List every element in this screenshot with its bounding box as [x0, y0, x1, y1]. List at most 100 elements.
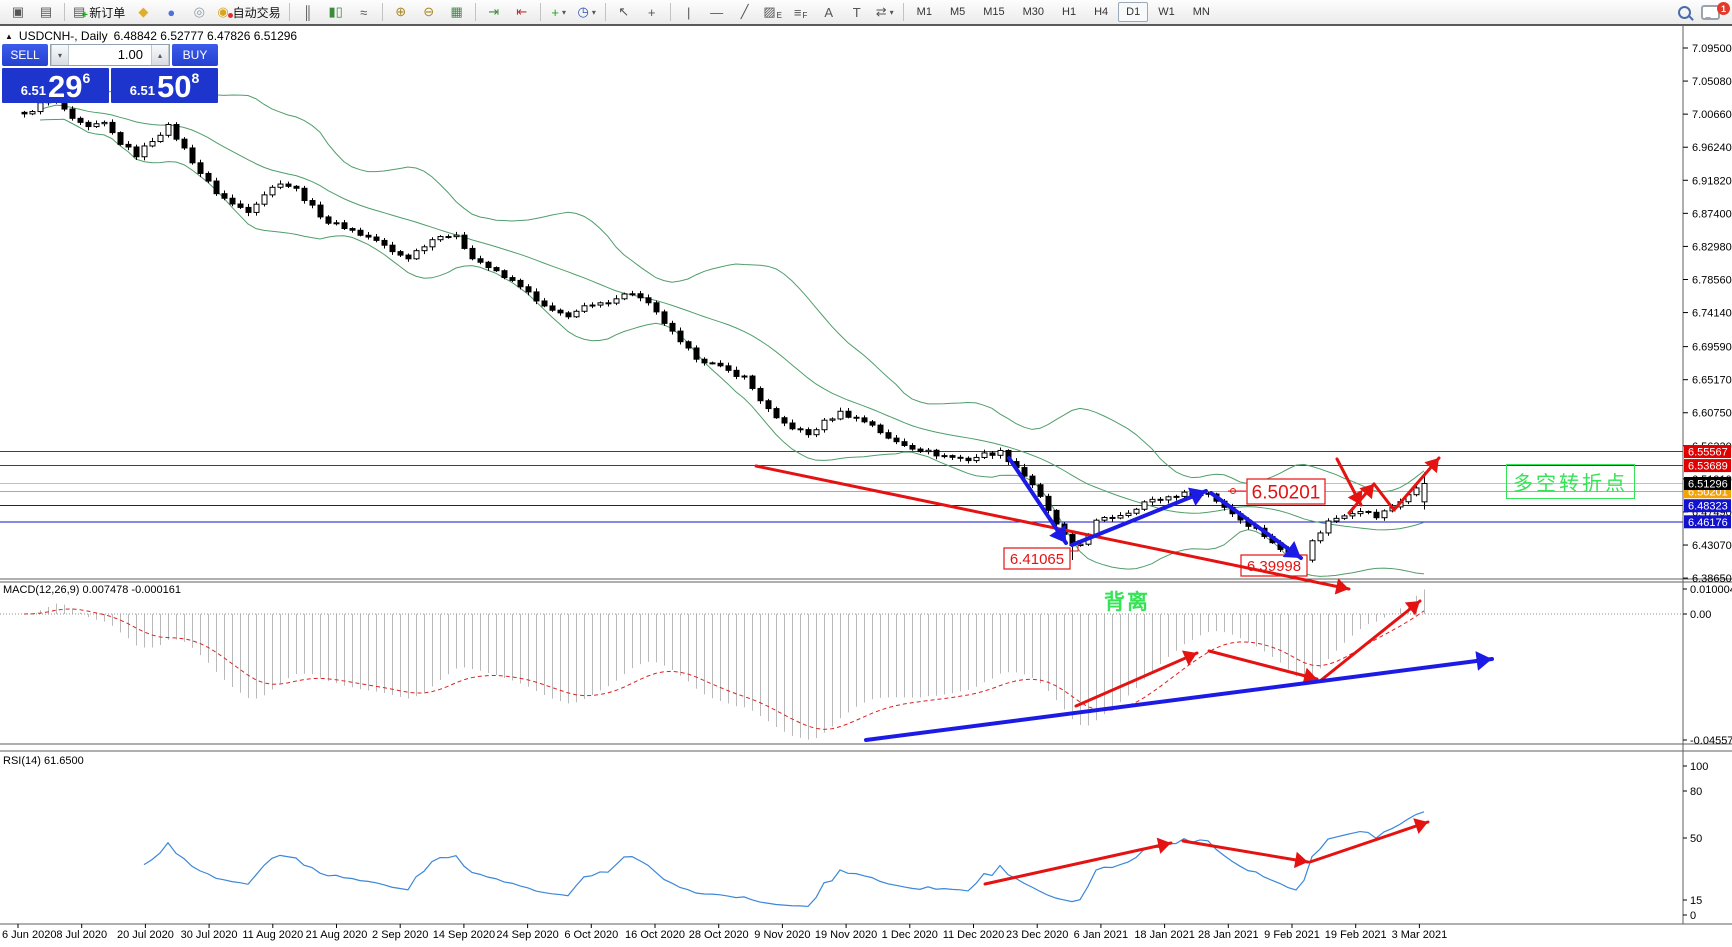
- svg-text:6.50201: 6.50201: [1252, 482, 1321, 503]
- trendline-icon[interactable]: ╱: [732, 1, 758, 23]
- svg-text:23 Dec 2020: 23 Dec 2020: [1006, 929, 1068, 941]
- buy-button[interactable]: BUY: [172, 44, 218, 66]
- svg-text:8 Jul 2020: 8 Jul 2020: [56, 929, 107, 941]
- svg-text:24 Sep 2020: 24 Sep 2020: [496, 929, 558, 941]
- timeframe-mn-button[interactable]: MN: [1185, 2, 1218, 22]
- volume-field: ▾ 1.00 ▴: [50, 44, 170, 66]
- svg-text:7.09500: 7.09500: [1692, 43, 1732, 55]
- timeframe-d1-button[interactable]: D1: [1118, 2, 1148, 22]
- svg-text:7.05080: 7.05080: [1692, 76, 1732, 88]
- volume-value[interactable]: 1.00: [69, 45, 151, 65]
- ohlc-values: 6.48842 6.52777 6.47826 6.51296: [114, 29, 298, 43]
- svg-text:6.87400: 6.87400: [1692, 208, 1732, 220]
- candlestick-chart-icon[interactable]: ▮▯: [323, 1, 349, 23]
- horizontal-line-icon[interactable]: —: [704, 1, 730, 23]
- sell-price-tile[interactable]: 6.51 29 6: [2, 68, 109, 103]
- bar-chart-icon[interactable]: ║: [295, 1, 321, 23]
- arrows-icon[interactable]: ⇄▾: [872, 1, 898, 23]
- svg-text:14 Sep 2020: 14 Sep 2020: [433, 929, 495, 941]
- profiles-icon[interactable]: ▤: [33, 1, 59, 23]
- svg-text:0.00: 0.00: [1690, 609, 1711, 621]
- chart-canvas[interactable]: 7.095007.050807.006606.962406.918206.874…: [0, 0, 1732, 947]
- sell-button[interactable]: SELL: [2, 44, 48, 66]
- svg-text:6.41065: 6.41065: [1010, 551, 1064, 568]
- svg-text:6.43070: 6.43070: [1692, 540, 1732, 552]
- cursor-icon[interactable]: ↖: [611, 1, 637, 23]
- fibonacci-icon[interactable]: ≡F: [788, 1, 814, 23]
- svg-text:6 Oct 2020: 6 Oct 2020: [564, 929, 618, 941]
- svg-text:6.55567: 6.55567: [1688, 447, 1728, 459]
- svg-text:6.46176: 6.46176: [1688, 517, 1728, 529]
- toolbar: ▣▤ ▤+新订单◆●◎◉自动交易 ║▮▯≈ ⊕⊖▦ ⇥⇤ +▾◷▾ ↖+ |—╱▨E≡FAT⇄…: [0, 0, 1732, 26]
- timeframe-h1-button[interactable]: H1: [1054, 2, 1084, 22]
- timeframe-m15-button[interactable]: M15: [975, 2, 1012, 22]
- divergence-annotation[interactable]: 背离: [1104, 586, 1150, 616]
- timeframe-m30-button[interactable]: M30: [1015, 2, 1052, 22]
- toolbar-separator: [64, 3, 65, 21]
- volume-decrease-button[interactable]: ▾: [51, 45, 69, 65]
- vertical-line-icon[interactable]: |: [676, 1, 702, 23]
- buy-price-prefix: 6.51: [130, 83, 155, 98]
- new-chart-icon[interactable]: ▣: [5, 1, 31, 23]
- equidistant-channel-icon[interactable]: ▨E: [760, 1, 786, 23]
- svg-text:3 Mar 2021: 3 Mar 2021: [1392, 929, 1448, 941]
- signals-icon[interactable]: ◎: [186, 1, 212, 23]
- svg-text:6.74140: 6.74140: [1692, 308, 1732, 320]
- periods-icon[interactable]: ◷▾: [574, 1, 600, 23]
- svg-text:100: 100: [1690, 761, 1708, 773]
- svg-text:9 Feb 2021: 9 Feb 2021: [1264, 929, 1320, 941]
- volume-increase-button[interactable]: ▴: [151, 45, 169, 65]
- zoom-out-icon[interactable]: ⊖: [416, 1, 442, 23]
- indicators-icon[interactable]: +▾: [546, 1, 572, 23]
- sell-price-pip: 6: [83, 70, 91, 86]
- svg-text:6.51296: 6.51296: [1688, 478, 1728, 490]
- turning-point-annotation[interactable]: 多空转折点: [1506, 464, 1635, 499]
- zoom-in-icon[interactable]: ⊕: [388, 1, 414, 23]
- svg-text:28 Oct 2020: 28 Oct 2020: [689, 929, 749, 941]
- timeframe-m5-button[interactable]: M5: [942, 2, 973, 22]
- svg-text:6.78560: 6.78560: [1692, 274, 1732, 286]
- toolbar-separator: [903, 3, 904, 21]
- svg-text:6.53689: 6.53689: [1688, 461, 1728, 473]
- notification-badge[interactable]: 1: [1717, 2, 1730, 15]
- svg-text:6.82980: 6.82980: [1692, 241, 1732, 253]
- toolbar-separator: [382, 3, 383, 21]
- text-icon[interactable]: A: [816, 1, 842, 23]
- market-icon[interactable]: ◆: [130, 1, 156, 23]
- timeframe-m1-button[interactable]: M1: [909, 2, 940, 22]
- collapse-trade-panel-icon[interactable]: ▲: [5, 32, 13, 41]
- svg-text:7.00660: 7.00660: [1692, 109, 1732, 121]
- buy-price-tile[interactable]: 6.51 50 8: [111, 68, 218, 103]
- line-chart-icon[interactable]: ≈: [351, 1, 377, 23]
- autotrading-icon[interactable]: ◉自动交易: [214, 1, 283, 23]
- svg-text:16 Oct 2020: 16 Oct 2020: [625, 929, 685, 941]
- svg-text:18 Jan 2021: 18 Jan 2021: [1134, 929, 1195, 941]
- svg-text:50: 50: [1690, 833, 1702, 845]
- svg-text:28 Jan 2021: 28 Jan 2021: [1198, 929, 1259, 941]
- svg-text:1 Dec 2020: 1 Dec 2020: [882, 929, 938, 941]
- svg-text:15: 15: [1690, 895, 1702, 907]
- axis-price-tags: 6.555676.536896.502016.483236.461766.512…: [1684, 445, 1731, 529]
- svg-text:11 Dec 2020: 11 Dec 2020: [943, 929, 1005, 941]
- search-icon[interactable]: [1678, 6, 1691, 19]
- text-label-icon[interactable]: T: [844, 1, 870, 23]
- svg-text:0.010004: 0.010004: [1690, 584, 1732, 596]
- chart-shift-icon[interactable]: ⇥: [481, 1, 507, 23]
- svg-text:2 Sep 2020: 2 Sep 2020: [372, 929, 428, 941]
- symbol-period-label: USDCNH-, Daily: [19, 29, 108, 43]
- svg-text:21 Aug 2020: 21 Aug 2020: [306, 929, 368, 941]
- svg-text:6.65170: 6.65170: [1692, 375, 1732, 387]
- timeframe-h4-button[interactable]: H4: [1086, 2, 1116, 22]
- toolbar-separator: [289, 3, 290, 21]
- svg-text:80: 80: [1690, 786, 1702, 798]
- community-icon[interactable]: ●: [158, 1, 184, 23]
- toolbar-separator: [605, 3, 606, 21]
- svg-text:6.69590: 6.69590: [1692, 342, 1732, 354]
- crosshair-icon[interactable]: +: [639, 1, 665, 23]
- svg-text:6 Jan 2021: 6 Jan 2021: [1074, 929, 1128, 941]
- new-order-icon[interactable]: ▤+新订单: [70, 1, 128, 23]
- auto-scroll-icon[interactable]: ⇤: [509, 1, 535, 23]
- tile-windows-icon[interactable]: ▦: [444, 1, 470, 23]
- timeframe-w1-button[interactable]: W1: [1150, 2, 1183, 22]
- svg-text:19 Feb 2021: 19 Feb 2021: [1325, 929, 1387, 941]
